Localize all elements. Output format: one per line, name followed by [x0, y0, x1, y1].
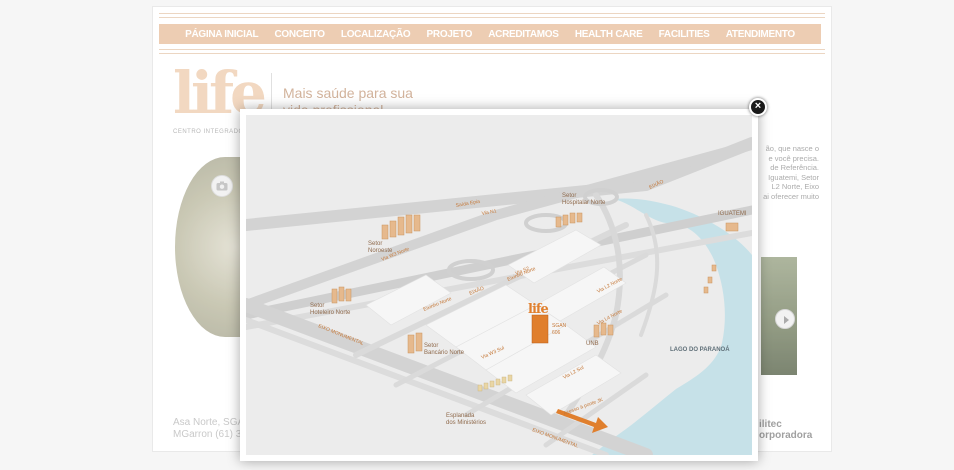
page: PÁGINA INICIAL CONCEITO LOCALIZAÇÃO PROJ…: [0, 0, 954, 470]
label-setor-hoteleiro-2: Hoteleiro Norte: [310, 310, 351, 316]
label-unb: UNB: [586, 341, 599, 347]
close-icon[interactable]: ×: [749, 98, 767, 116]
label-sgan: SGAN: [552, 323, 567, 329]
label-lago-paranoa: LAGO DO PARANOÁ: [670, 346, 730, 353]
label-iguatemi: IGUATEMI: [718, 211, 747, 217]
label-setor-hospitalar-2: Hospitalar Norte: [562, 200, 606, 206]
life-building: [531, 314, 549, 344]
lightbox: EIXÃO Setor Noroeste Setor Hospitalar No…: [240, 109, 758, 461]
label-setor-bancario-1: Setor: [424, 343, 438, 349]
label-setor-hoteleiro-1: Setor: [310, 303, 324, 309]
map-life-logo: life: [528, 302, 548, 317]
label-setor-hospitalar-1: Setor: [562, 193, 576, 199]
label-setor-noroeste-1: Setor: [368, 241, 382, 247]
label-esplanada-1: Esplanada: [446, 413, 475, 419]
label-esplanada-2: dos Ministérios: [446, 420, 486, 426]
label-setor-bancario-2: Bancário Norte: [424, 350, 465, 356]
location-map: EIXÃO Setor Noroeste Setor Hospitalar No…: [246, 115, 752, 455]
label-sgan-number: 606: [552, 330, 561, 336]
